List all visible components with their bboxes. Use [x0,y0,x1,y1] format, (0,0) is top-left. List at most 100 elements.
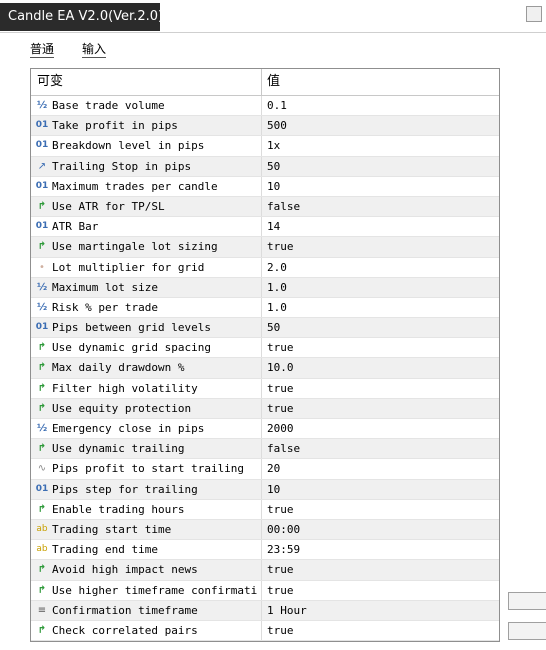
parameter-value[interactable]: 20 [267,459,280,479]
table-body: ½ Base trade volume 0.1 01 Take profit in pi… [31,96,499,641]
parameter-name: Avoid high impact news [52,563,198,577]
table-row[interactable]: ½ Emergency close in pips 2000 [31,419,499,440]
integer-icon: 01 [35,322,49,333]
parameter-value[interactable]: 1.0 [267,298,287,318]
parameter-name: Pips between grid levels [52,321,211,335]
parameter-value[interactable]: 1.0 [267,278,287,298]
column-divider [261,196,262,217]
parameter-value[interactable]: false [267,197,300,217]
table-row[interactable]: ↱ Use dynamic grid spacing true [31,338,499,359]
tab-common[interactable]: 普通 [30,40,55,58]
title-bar: Candle EA V2.0(Ver.2.0) [0,0,546,33]
parameter-value[interactable]: true [267,560,294,580]
table-row[interactable]: ≡ Confirmation timeframe 1 Hour [31,600,499,621]
parameter-name: Emergency close in pips [52,422,205,435]
parameter-name: Confirmation timeframe [52,603,198,617]
parameter-value[interactable]: 14 [267,217,280,237]
table-row[interactable]: ab Trading start time 00:00 [31,519,499,541]
fraction-icon: ½ [36,100,48,111]
column-divider [261,459,262,479]
parameter-value[interactable]: true [267,338,294,358]
double-icon: • [39,261,45,273]
parameter-name: Use ATR for TP/SL [52,199,165,213]
parameter-value[interactable]: true [267,399,294,419]
column-divider [261,540,262,560]
parameter-value[interactable]: 10 [267,480,280,500]
integer-icon: 01 [35,120,49,131]
parameter-name: Breakdown level in pips [52,139,205,153]
column-divider [261,378,262,398]
parameter-name: Check correlated pairs [52,623,198,637]
close-icon[interactable] [526,6,542,22]
parameter-value[interactable]: 500 [267,116,287,136]
table-row[interactable]: ↱ Max daily drawdown % 10.0 [31,358,499,379]
table-row[interactable]: • Lot multiplier for grid 2.0 [31,257,499,278]
column-divider [261,338,262,358]
parameter-value[interactable]: true [267,237,294,257]
column-divider[interactable] [261,69,262,95]
table-row[interactable]: ½ Risk % per trade 1.0 [31,297,499,319]
parameter-name: Trailing Stop in pips [52,159,192,173]
table-row[interactable]: ↱ Use martingale lot sizing true [31,237,499,258]
table-row[interactable]: 01 Pips between grid levels 50 [31,318,499,339]
table-row[interactable]: ab Trading end time 23:59 [31,540,499,561]
fraction-icon: ½ [36,301,48,313]
parameter-value[interactable]: 50 [267,157,280,177]
parameter-name: Use dynamic grid spacing [52,341,211,355]
bool-arrow-icon: ↱ [37,241,47,253]
side-button[interactable] [508,592,546,610]
parameter-value[interactable]: 10 [267,177,280,197]
parameter-value[interactable]: 2000 [267,419,294,439]
table-row[interactable]: ↱ Check correlated pairs true [31,620,499,641]
parameter-value[interactable]: true [267,500,294,520]
column-divider [261,398,262,418]
table-row[interactable]: ∿ Pips profit to start trailing 20 [31,459,499,480]
table-row[interactable]: ↱ Use ATR for TP/SL false [31,196,499,218]
parameter-value[interactable]: true [267,621,294,641]
parameter-name: ATR Bar [52,220,99,234]
table-row[interactable]: 01 Maximum trades per candle 10 [31,176,499,197]
table-row[interactable]: ↱ Avoid high impact news true [31,560,499,581]
parameter-name: Take profit in pips [52,119,178,133]
bool-arrow-icon: ↱ [37,443,47,455]
parameter-value[interactable]: 2.0 [267,258,287,278]
column-header-variable[interactable]: 可变 [37,69,63,95]
parameter-name: Maximum trades per candle [52,179,218,193]
table-row[interactable]: ↗ Trailing Stop in pips 50 [31,156,499,177]
parameter-value[interactable]: true [267,581,294,601]
bool-arrow-icon: ↱ [37,382,47,394]
integer-icon: 01 [35,180,49,191]
parameter-name: Lot multiplier for grid [52,260,205,274]
table-row[interactable]: ↱ Use equity protection true [31,398,499,419]
table-row[interactable]: ½ Maximum lot size 1.0 [31,277,499,298]
parameter-value[interactable]: true [267,379,294,399]
side-button[interactable] [508,622,546,640]
table-row[interactable]: ↱ Use higher timeframe confirmation true [31,580,499,601]
table-row[interactable]: ↱ Enable trading hours true [31,499,499,520]
parameter-value[interactable]: false [267,439,300,459]
column-header-value[interactable]: 值 [267,69,280,95]
tab-inputs[interactable]: 输入 [82,40,107,58]
column-divider [261,560,262,580]
table-row[interactable]: 01 Pips step for trailing 10 [31,479,499,500]
parameter-value[interactable]: 1x [267,136,280,156]
table-row[interactable]: ↱ Filter high volatility true [31,378,499,399]
parameter-name: Use higher timeframe confirmation [52,583,258,597]
table-row[interactable]: ½ Base trade volume 0.1 [31,96,499,117]
table-row[interactable]: 01 Take profit in pips 500 [31,116,499,137]
parameter-value[interactable]: 23:59 [267,540,300,560]
trend-icon: ∿ [37,463,47,475]
window-title: Candle EA V2.0(Ver.2.0) [0,3,160,31]
parameter-value[interactable]: 50 [267,318,280,338]
trailing-icon: ↗ [37,160,47,172]
table-row[interactable]: 01 Breakdown level in pips 1x [31,136,499,157]
table-row[interactable]: 01 ATR Bar 14 [31,217,499,238]
column-divider [261,358,262,378]
column-divider [261,116,262,136]
parameter-value[interactable]: 1 Hour [267,601,307,621]
table-row[interactable]: ↱ Use dynamic trailing false [31,439,499,460]
parameter-value[interactable]: 0.1 [267,96,287,116]
parameter-value[interactable]: 10.0 [267,358,294,378]
column-divider [261,96,262,116]
parameter-value[interactable]: 00:00 [267,520,300,540]
